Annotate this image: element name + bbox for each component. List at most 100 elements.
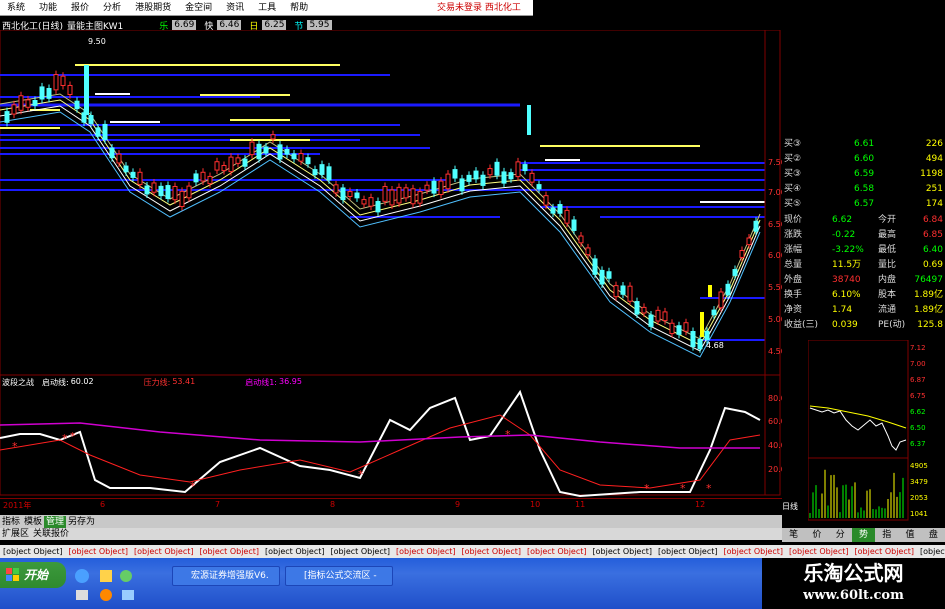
svg-text:*: * [12, 440, 18, 453]
status-item: [object Object] [68, 547, 129, 556]
status-item: [object Object] [134, 547, 194, 556]
svg-text:*: * [644, 482, 650, 495]
tag-value: 6.25 [262, 19, 287, 31]
status-item: [object Object] [527, 547, 587, 556]
menu-item-4[interactable]: 港股期货 [128, 0, 178, 16]
oscillator-item-value: 60.02 [70, 377, 94, 386]
oscillator-header: 波段之战 启动线: 60.02 压力线: 53.41 启动线1: 36.95 [2, 377, 302, 388]
svg-text:*: * [706, 482, 712, 495]
right-tab-5[interactable]: 值 [898, 528, 921, 542]
right-tab-4[interactable]: 指 [875, 528, 898, 542]
svg-text:*: * [70, 430, 76, 443]
stat-label: 流通 [878, 305, 897, 315]
menu-item-2[interactable]: 报价 [64, 0, 96, 16]
date-tick: 12 [695, 500, 706, 509]
mini-volume-tick: 1041 [910, 510, 928, 518]
extension-tab-0[interactable]: 扩展区 [0, 528, 31, 540]
status-bar: [object Object] [object Object] [object Ob… [0, 545, 945, 558]
stat-label: 今开 [878, 215, 897, 225]
right-tab-1[interactable]: 价 [805, 528, 828, 542]
price-chart[interactable]: ********* 7.507.006.506.005.505.004.50 8… [0, 30, 782, 530]
menu-item-7[interactable]: 工具 [251, 0, 283, 16]
stat-label: 总量 [784, 260, 803, 270]
stat-row: 总量 11.5万 量比 0.69 [782, 258, 945, 273]
brand-watermark: 乐淘公式网 www.60lt.com [762, 558, 945, 609]
oscillator-item-value: 53.41 [172, 377, 196, 386]
brand-title: 乐淘公式网 [803, 561, 904, 585]
menu-item-8[interactable]: 帮助 [283, 0, 315, 16]
status-item: [object Object] [461, 547, 522, 556]
stat-value: 125.8 [917, 320, 943, 330]
mini-price-tick: 6.50 [910, 424, 926, 432]
bid-row: 买⑤ 6.57 174 [782, 197, 945, 212]
stat-label: 最高 [878, 230, 897, 240]
status-item: [object Object] [854, 547, 915, 556]
stat-label: PE(动) [878, 320, 906, 330]
stat-label: 净资 [784, 305, 803, 315]
bid-label: 买③ [784, 139, 802, 149]
menu-item-1[interactable]: 功能 [32, 0, 64, 16]
stat-value: 76497 [914, 275, 943, 285]
bottom-tab-3[interactable]: 另存为 [66, 516, 97, 528]
oscillator-values: 启动线: 60.02 压力线: 53.41 启动线1: 36.95 [42, 377, 302, 388]
status-item: [object Object] [3, 547, 63, 556]
oscillator-tick: 80.00 [768, 394, 782, 403]
quick-launch-icons[interactable] [72, 566, 162, 604]
right-tab-6[interactable]: 盘 [922, 528, 945, 542]
intraday-mini-chart[interactable]: 7.12 7.00 6.87 6.75 6.62 6.50 6.37 4905 3479 2053… [808, 340, 945, 525]
menu-item-0[interactable]: 系统 [0, 0, 32, 16]
stock-terminal-window: { "menu": ["系统","功能","报价","分析","港股期货","金… [0, 0, 945, 609]
bottom-tab-2[interactable]: 管理 [44, 515, 67, 528]
login-status[interactable]: 交易未登录 西北化工 [437, 0, 521, 16]
stat-label: 涨幅 [784, 245, 803, 255]
menu-item-6[interactable]: 资讯 [219, 0, 251, 16]
svg-text:*: * [358, 468, 364, 481]
period-label[interactable]: 日线 [782, 500, 808, 514]
status-item: [object Object] [592, 547, 653, 556]
right-tab-0[interactable]: 笔 [782, 528, 805, 542]
media-icon [100, 589, 112, 601]
mini-price-tick: 6.37 [910, 440, 926, 448]
mini-price-tick: 6.62 [910, 408, 926, 416]
oscillator-item-0: 启动线: 60.02 [42, 377, 94, 388]
browser-icon [75, 569, 89, 583]
status-item: [object Object] [330, 547, 391, 556]
start-label: 开始 [24, 568, 49, 582]
stat-value: -0.22 [832, 230, 856, 240]
taskbar-window-0[interactable]: 宏源证券增强版V6. [172, 566, 280, 586]
stat-value: 6.40 [922, 245, 943, 255]
mini-price-tick: 7.00 [910, 360, 926, 368]
oscillator-item-2: 启动线1: 36.95 [245, 377, 302, 388]
stat-label: 最低 [878, 245, 897, 255]
date-axis: 2011年 6 7 8 9 10 11 12 [0, 498, 782, 510]
stat-label: 收益(三) [784, 320, 819, 330]
date-tick: 10 [530, 500, 541, 509]
price-tick: 4.50 [768, 347, 782, 356]
bottom-tab-1[interactable]: 模板 [22, 516, 44, 528]
bottom-tab-0[interactable]: 指标 [0, 516, 22, 528]
mini-volume-tick: 3479 [910, 478, 928, 486]
status-item: [object Object] [396, 547, 456, 556]
window-icon [122, 590, 134, 600]
indicator-tabs: 指标 模板 管理 另存为 [0, 515, 782, 528]
oscillator-item-label: 压力线: [143, 378, 171, 387]
mini-volume-tick: 2053 [910, 494, 928, 502]
stat-row: 外盘 38740 内盘 76497 [782, 273, 945, 288]
status-item: [object Object] [789, 547, 849, 556]
menu-item-3[interactable]: 分析 [96, 0, 128, 16]
right-tab-2[interactable]: 分 [829, 528, 852, 542]
taskbar-window-1[interactable]: [指标公式交流区 - [285, 566, 393, 586]
extension-tab-1[interactable]: 关联报价 [31, 528, 71, 540]
stat-value: 11.5万 [832, 260, 862, 270]
oscillator-item-label: 启动线1: [245, 378, 278, 387]
stat-row: 现价 6.62 今开 6.84 [782, 213, 945, 228]
bid-price: 6.58 [854, 184, 875, 194]
windows-logo-icon [6, 567, 20, 581]
right-tab-3[interactable]: 势 [851, 528, 876, 542]
price-tick: 7.50 [768, 158, 782, 167]
menu-item-5[interactable]: 金空间 [178, 0, 219, 16]
bid-volume: 226 [925, 139, 943, 149]
bid-label: 买② [784, 154, 802, 164]
price-tick: 5.50 [768, 283, 782, 292]
date-tick: 9 [455, 500, 461, 509]
